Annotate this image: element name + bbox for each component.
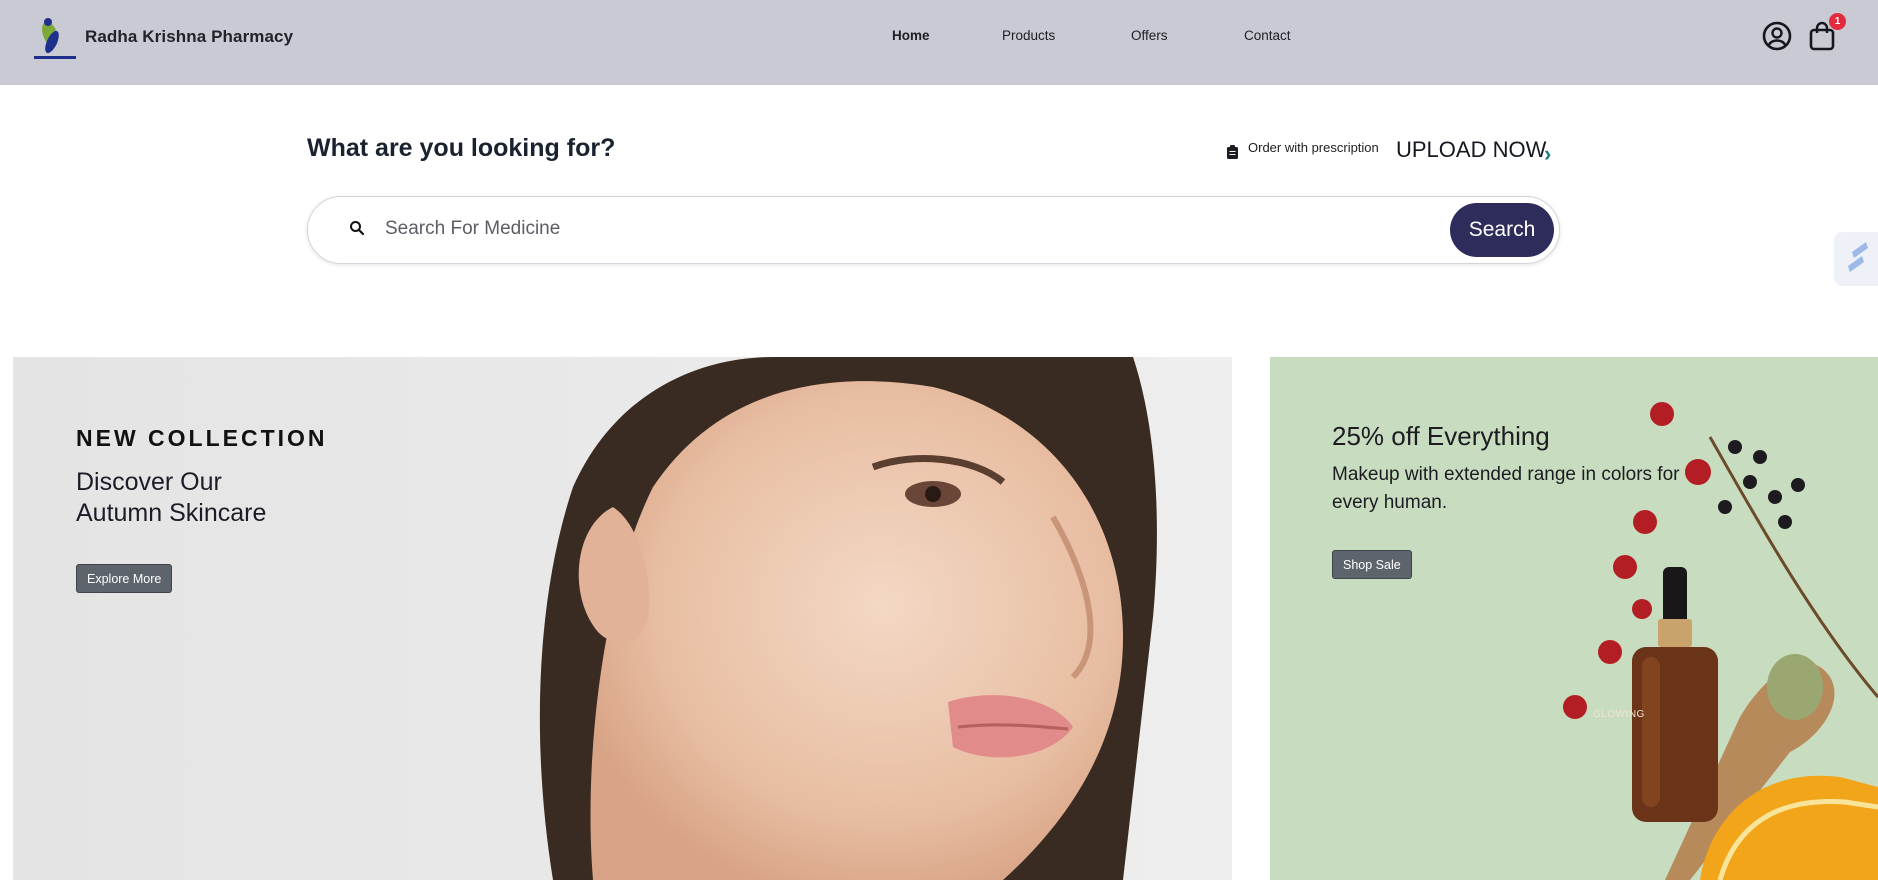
search-icon xyxy=(350,221,365,236)
user-icon[interactable] xyxy=(1761,20,1793,52)
nav-home[interactable]: Home xyxy=(892,28,930,43)
banner-title-line-1: Discover Our xyxy=(76,468,222,496)
floating-widget[interactable] xyxy=(1834,232,1878,286)
logo-icon xyxy=(1848,242,1868,272)
search-heading: What are you looking for? xyxy=(307,134,616,162)
upload-now-link[interactable]: UPLOAD NOW xyxy=(1396,137,1546,163)
search-input[interactable] xyxy=(385,214,1435,244)
cart-count-badge: 1 xyxy=(1829,13,1846,30)
prescription-label: Order with prescription xyxy=(1248,140,1379,155)
offer-subtitle: Makeup with extended range in colors for… xyxy=(1332,464,1680,513)
search-button[interactable]: Search xyxy=(1450,203,1554,257)
shop-sale-button[interactable]: Shop Sale xyxy=(1332,550,1412,579)
nav-offers[interactable]: Offers xyxy=(1131,28,1168,43)
banner-title: Discover Our Autumn Skincare xyxy=(76,467,396,529)
chevron-right-icon[interactable]: › xyxy=(1544,141,1551,167)
clipboard-icon xyxy=(1227,145,1238,159)
brand-name[interactable]: Radha Krishna Pharmacy xyxy=(85,27,293,47)
explore-more-button[interactable]: Explore More xyxy=(76,564,173,593)
offer-banner: 25% off Everything Makeup with extended … xyxy=(1270,357,1878,880)
nav-products[interactable]: Products xyxy=(1002,28,1055,43)
collection-banner: NEW COLLECTION Discover Our Autumn Skinc… xyxy=(13,357,1232,880)
banner-title-line-2: Autumn Skincare xyxy=(76,499,267,527)
nav-contact[interactable]: Contact xyxy=(1244,28,1291,43)
pharmacy-logo[interactable] xyxy=(30,14,80,64)
site-header: Radha Krishna Pharmacy Home Products Off… xyxy=(0,0,1878,85)
offer-title: 25% off Everything xyxy=(1332,421,1550,451)
banner-eyebrow: NEW COLLECTION xyxy=(76,425,328,451)
bottle-label: GLOWING xyxy=(1593,709,1645,720)
